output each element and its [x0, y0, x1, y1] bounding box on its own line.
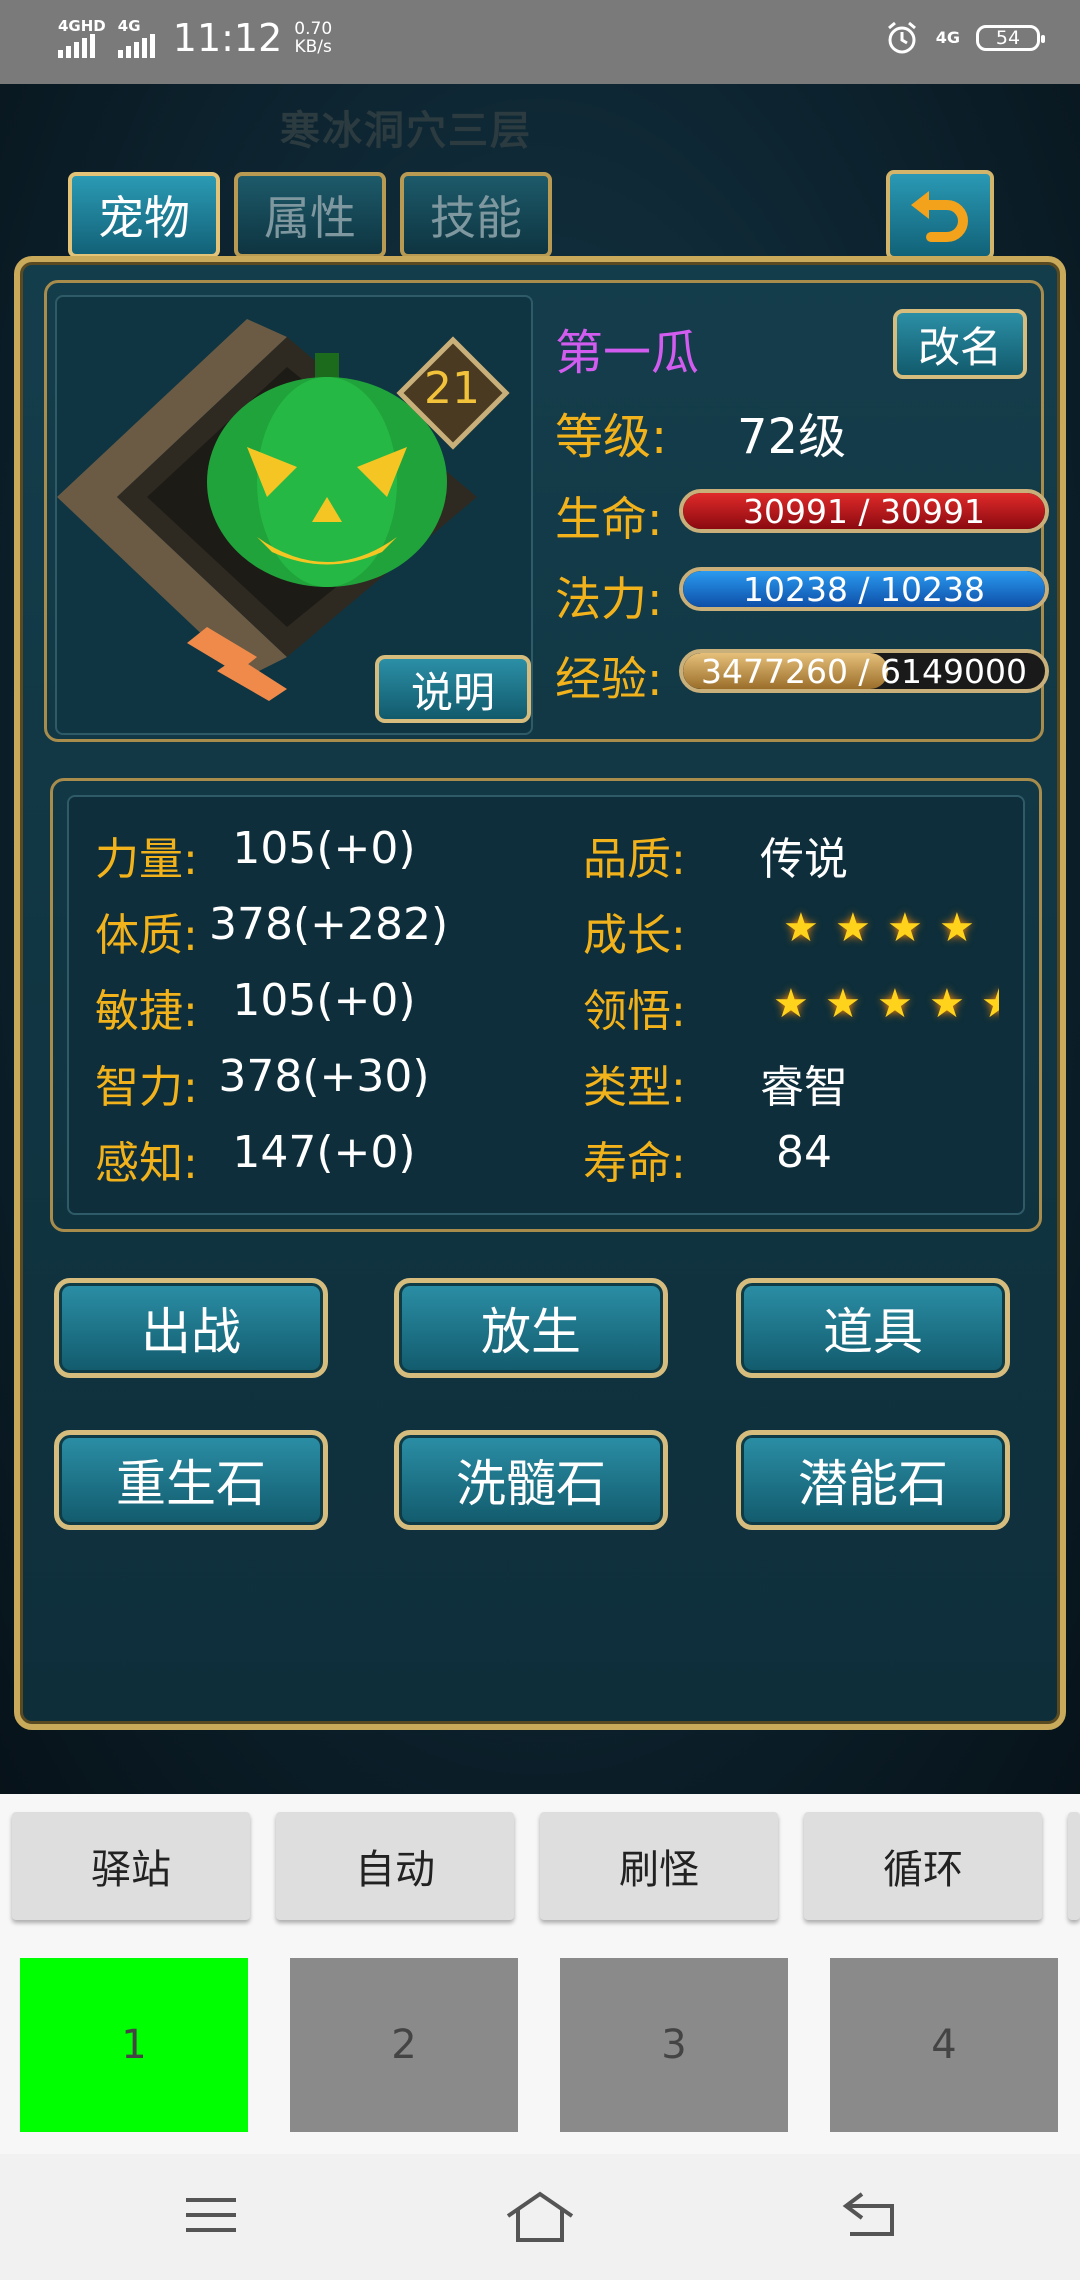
alarm-icon — [887, 21, 916, 54]
growth-label: 成长: — [583, 910, 686, 961]
status-left: 4GHD 4G 11:12 0.70 KB/s — [58, 16, 332, 60]
slot-1[interactable]: 1 — [20, 1958, 248, 2132]
stat-label: 感知: — [95, 1138, 198, 1189]
pet-name: 第一瓜 — [555, 325, 700, 381]
tab-attributes[interactable]: 属性 — [234, 172, 386, 258]
quick-control-area: 驿站 自动 刷怪 循环 1 2 3 4 — [0, 1794, 1080, 2154]
explain-button[interactable]: 说明 — [375, 655, 531, 723]
speed-value: 0.70 — [294, 19, 333, 39]
stat-value: 378(+282) — [209, 899, 449, 950]
items-button[interactable]: 道具 — [736, 1278, 1010, 1378]
station-button[interactable]: 驿站 — [12, 1812, 250, 1920]
marrow-stone-button[interactable]: 洗髓石 — [394, 1430, 668, 1530]
stat-value: 105(+0) — [232, 823, 416, 874]
comprehension-stars: ★ ★ ★ ★ ★ — [773, 981, 999, 1027]
star-icon: ★ — [825, 981, 861, 1027]
type-label: 类型: — [583, 1062, 686, 1113]
mp-label: 法力: — [555, 572, 663, 626]
tab-skills[interactable]: 技能 — [400, 172, 552, 258]
tab-pet[interactable]: 宠物 — [68, 172, 220, 258]
stat-label: 体质: — [95, 910, 198, 961]
signal-1-label: 4GHD — [58, 17, 106, 35]
home-icon[interactable] — [504, 2190, 576, 2244]
stats-box: 力量: 105(+0) 体质: 378(+282) 敏捷: 105(+0) 智力… — [50, 778, 1042, 1232]
level-value: 72级 — [737, 409, 847, 465]
signal-2-label: 4G — [117, 17, 141, 35]
star-icon: ★ — [929, 981, 965, 1027]
signal-bars-icon — [58, 34, 95, 58]
status-right: 4G 54 — [884, 20, 1045, 56]
return-arrow-icon — [911, 191, 968, 242]
pet-portrait: 21 说明 — [55, 295, 533, 735]
pet-info-box: 21 说明 第一瓜 改名 等级: 72级 生命: 30991 / 30991 法… — [44, 280, 1049, 742]
deploy-button[interactable]: 出战 — [54, 1278, 328, 1378]
potential-stone-button[interactable]: 潜能石 — [736, 1430, 1010, 1530]
more-quick-button[interactable] — [1068, 1812, 1080, 1920]
stat-label: 智力: — [95, 1062, 198, 1113]
clock: 11:12 — [172, 16, 283, 60]
signal-1: 4GHD — [58, 18, 106, 58]
exp-text: 3477260 / 6149000 — [700, 651, 1028, 691]
release-button[interactable]: 放生 — [394, 1278, 668, 1378]
stat-label: 力量: — [95, 834, 198, 885]
back-icon[interactable] — [840, 2190, 898, 2240]
stat-label: 敏捷: — [95, 986, 198, 1037]
network-speed: 0.70 KB/s — [294, 20, 332, 56]
lifespan-value: 84 — [776, 1127, 832, 1178]
slot-2[interactable]: 2 — [290, 1958, 518, 2132]
pet-panel: 21 说明 第一瓜 改名 等级: 72级 生命: 30991 / 30991 法… — [14, 256, 1066, 1730]
hp-bar: 30991 / 30991 — [679, 489, 1049, 533]
stat-value: 378(+30) — [218, 1051, 430, 1102]
network-type: 4G — [935, 28, 960, 47]
star-icon: ★ — [773, 981, 809, 1027]
star-icon: ★ — [835, 905, 871, 951]
speed-unit: KB/s — [294, 37, 332, 57]
game-screen: 寒冰洞穴三层 宠物 属性 技能 21 说明 第一瓜 改名 等级: 72级 生命:… — [0, 84, 1080, 1794]
lifespan-label: 寿命: — [583, 1138, 686, 1189]
hp-text: 30991 / 30991 — [742, 491, 986, 531]
stat-value: 105(+0) — [232, 975, 416, 1026]
star-icon: ★ — [877, 981, 913, 1027]
level-label: 等级: — [555, 409, 668, 465]
slot-4[interactable]: 4 — [830, 1958, 1058, 2132]
signal-bars-icon — [117, 34, 155, 58]
rename-button[interactable]: 改名 — [893, 309, 1027, 379]
star-icon: ★ — [939, 905, 975, 951]
hp-label: 生命: — [555, 492, 663, 546]
mp-text: 10238 / 10238 — [742, 569, 986, 609]
star-icon: ★ — [887, 905, 923, 951]
auto-button[interactable]: 自动 — [276, 1812, 514, 1920]
exp-bar: 3477260 / 6149000 — [679, 649, 1049, 693]
quality-value: 传说 — [760, 834, 848, 885]
quality-label: 品质: — [583, 834, 686, 885]
system-nav-bar — [0, 2154, 1080, 2280]
loop-button[interactable]: 循环 — [804, 1812, 1042, 1920]
menu-icon[interactable] — [184, 2190, 238, 2240]
stat-value: 147(+0) — [232, 1127, 416, 1178]
growth-stars: ★ ★ ★ ★ — [783, 905, 977, 951]
return-button[interactable] — [886, 170, 994, 260]
type-value: 睿智 — [760, 1062, 848, 1113]
map-title: 寒冰洞穴三层 — [280, 108, 532, 154]
stats-inner: 力量: 105(+0) 体质: 378(+282) 敏捷: 105(+0) 智力… — [67, 795, 1025, 1215]
star-icon: ★ — [783, 905, 819, 951]
portrait-level: 21 — [424, 363, 480, 414]
farm-monsters-button[interactable]: 刷怪 — [540, 1812, 778, 1920]
star-icon: ★ — [981, 985, 999, 1023]
status-bar: 4GHD 4G 11:12 0.70 KB/s 4G 54 — [0, 0, 1080, 84]
slot-3[interactable]: 3 — [560, 1958, 788, 2132]
rebirth-stone-button[interactable]: 重生石 — [54, 1430, 328, 1530]
battery-icon: 54 — [976, 25, 1045, 51]
battery-level: 54 — [995, 27, 1021, 49]
exp-label: 经验: — [555, 652, 663, 706]
mp-bar: 10238 / 10238 — [679, 567, 1049, 611]
signal-2: 4G — [117, 17, 155, 58]
comprehension-label: 领悟: — [583, 986, 686, 1037]
